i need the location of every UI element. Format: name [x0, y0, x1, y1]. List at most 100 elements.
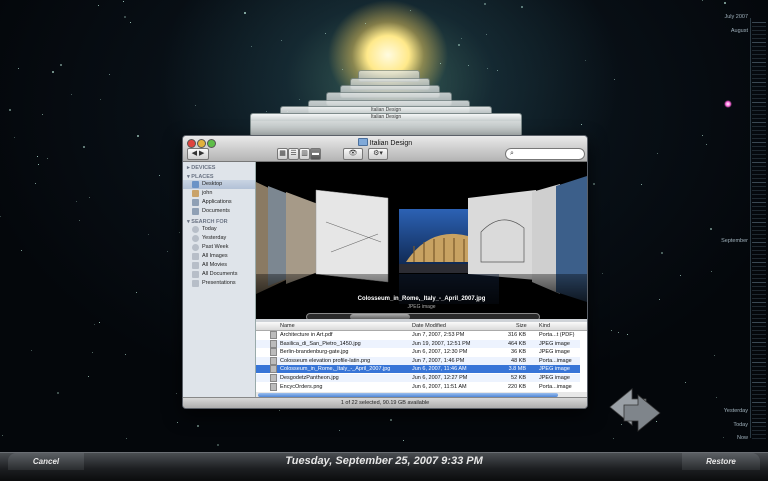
timeline-tick[interactable] — [752, 78, 766, 79]
table-row[interactable]: Berlin-brandenburg-gate.jpg Jun 6, 2007, … — [256, 348, 580, 357]
timeline-tick[interactable] — [752, 218, 766, 219]
timeline-tick[interactable] — [752, 94, 766, 95]
timeline-tick[interactable] — [752, 234, 766, 235]
sidebar-item-john[interactable]: john — [183, 189, 255, 198]
finder-window[interactable]: Italian Design ◀ ▶ ▦ ☰ ▥ ▬ 👁 ⚙▾ ⌕ ▸ DEVI… — [182, 135, 588, 409]
timeline-tick[interactable] — [752, 118, 766, 119]
timeline-tick[interactable] — [752, 22, 766, 23]
timeline-tick[interactable] — [752, 390, 766, 391]
timeline-tick[interactable] — [752, 238, 766, 239]
timeline-tick[interactable] — [752, 194, 766, 195]
timeline-tick[interactable] — [752, 338, 766, 339]
timeline-tick[interactable] — [752, 102, 766, 103]
sidebar-item-desktop[interactable]: Desktop — [183, 180, 255, 189]
timeline-tick[interactable] — [752, 306, 766, 307]
table-row[interactable]: Architecture in Art.pdf Jun 7, 2007, 2:53… — [256, 331, 580, 339]
timeline-tick[interactable] — [752, 258, 766, 259]
timeline-track[interactable] — [750, 18, 751, 438]
timeline-tick[interactable] — [752, 122, 766, 123]
history-window-back[interactable]: Italian Design — [250, 113, 522, 137]
timeline-tick[interactable] — [752, 438, 766, 439]
timeline-tick[interactable] — [752, 246, 766, 247]
sidebar-item-past-week[interactable]: Past Week — [183, 243, 255, 252]
timeline-tick[interactable] — [752, 350, 766, 351]
timeline-tick[interactable] — [752, 418, 766, 419]
timeline-tick[interactable] — [752, 98, 766, 99]
back-forward-buttons[interactable]: ◀ ▶ — [187, 148, 209, 160]
sidebar-item-all-movies[interactable]: All Movies — [183, 261, 255, 270]
sidebar-item-all-documents[interactable]: All Documents — [183, 270, 255, 279]
timeline-tick[interactable] — [752, 358, 766, 359]
sidebar-item-yesterday[interactable]: Yesterday — [183, 234, 255, 243]
timeline-tick[interactable] — [752, 430, 766, 431]
timeline-tick[interactable] — [752, 130, 766, 131]
timeline-tick[interactable] — [752, 434, 766, 435]
timeline-tick[interactable] — [752, 70, 766, 71]
timeline-tick[interactable] — [752, 310, 766, 311]
timeline-tick[interactable] — [752, 254, 766, 255]
coverflow-scroll-thumb[interactable] — [350, 314, 410, 319]
timeline-tick[interactable] — [752, 114, 766, 115]
timeline-tick[interactable] — [752, 166, 766, 167]
timeline-label[interactable]: Today — [733, 422, 748, 428]
quick-look-button[interactable]: 👁 — [343, 148, 363, 160]
timeline-tick[interactable] — [752, 146, 766, 147]
timeline-tick[interactable] — [752, 46, 766, 47]
sidebar-item-all-images[interactable]: All Images — [183, 252, 255, 261]
timeline-tick[interactable] — [752, 142, 766, 143]
timeline-label[interactable]: September — [721, 238, 748, 244]
timeline-label[interactable]: Yesterday — [724, 408, 748, 414]
timeline-tick[interactable] — [752, 30, 766, 31]
timeline-tick[interactable] — [752, 270, 766, 271]
timeline-tick[interactable] — [752, 250, 766, 251]
timeline-tick[interactable] — [752, 226, 766, 227]
timeline-tick[interactable] — [752, 34, 766, 35]
timeline-label[interactable]: July 2007 — [724, 14, 748, 20]
timeline-tick[interactable] — [752, 210, 766, 211]
timeline-tick[interactable] — [752, 402, 766, 403]
timeline-tick[interactable] — [752, 290, 766, 291]
timeline-tick[interactable] — [752, 398, 766, 399]
timeline-tick[interactable] — [752, 170, 766, 171]
timeline-tick[interactable] — [752, 202, 766, 203]
timeline-tick[interactable] — [752, 62, 766, 63]
sidebar-item-applications[interactable]: Applications — [183, 198, 255, 207]
table-row[interactable]: Basilica_di_San_Pietro_1450.jpg Jun 19, 2… — [256, 339, 580, 348]
column-header-kind[interactable]: Kind — [539, 322, 550, 330]
timeline-tick[interactable] — [752, 326, 766, 327]
timeline-tick[interactable] — [752, 294, 766, 295]
timeline-tick[interactable] — [752, 266, 766, 267]
table-row[interactable]: EncycOrders.png Jun 6, 2007, 11:51 AM 220 … — [256, 382, 580, 391]
timeline-tick[interactable] — [752, 318, 766, 319]
timeline-tick[interactable] — [752, 158, 766, 159]
timeline-tick[interactable] — [752, 394, 766, 395]
timeline-tick[interactable] — [752, 242, 766, 243]
timeline-tick[interactable] — [752, 86, 766, 87]
timeline-tick[interactable] — [752, 186, 766, 187]
action-gear-button[interactable]: ⚙▾ — [368, 148, 388, 160]
timeline-tick[interactable] — [752, 314, 766, 315]
cover-pantheon-drawing[interactable] — [468, 190, 536, 280]
column-header-size[interactable]: Size — [516, 322, 527, 330]
timeline-tick[interactable] — [752, 330, 766, 331]
timeline-tick[interactable] — [752, 378, 766, 379]
column-header-name[interactable]: Name — [280, 322, 295, 330]
timeline-tick[interactable] — [752, 370, 766, 371]
sidebar-item-today[interactable]: Today — [183, 225, 255, 234]
timeline-tick[interactable] — [752, 282, 766, 283]
timeline-tick[interactable] — [752, 198, 766, 199]
timeline-tick[interactable] — [752, 26, 766, 27]
search-field[interactable]: ⌕ — [505, 148, 585, 160]
view-list-button[interactable]: ☰ — [288, 148, 299, 160]
sidebar-item-documents[interactable]: Documents — [183, 207, 255, 216]
cover-colosseum-profile[interactable] — [315, 189, 389, 283]
timeline-tick[interactable] — [752, 406, 766, 407]
title-bar[interactable]: Italian Design ◀ ▶ ▦ ☰ ▥ ▬ 👁 ⚙▾ ⌕ — [183, 136, 587, 162]
timeline-tick[interactable] — [752, 206, 766, 207]
timeline-tick[interactable] — [752, 222, 766, 223]
timeline-tick[interactable] — [752, 414, 766, 415]
sidebar-section-devices[interactable]: ▸ DEVICES — [187, 165, 255, 171]
timeline-tick[interactable] — [752, 190, 766, 191]
coverflow-view[interactable]: Colosseum_in_Rome,_Italy_-_April_2007.jp… — [256, 162, 587, 319]
view-column-button[interactable]: ▥ — [299, 148, 310, 160]
